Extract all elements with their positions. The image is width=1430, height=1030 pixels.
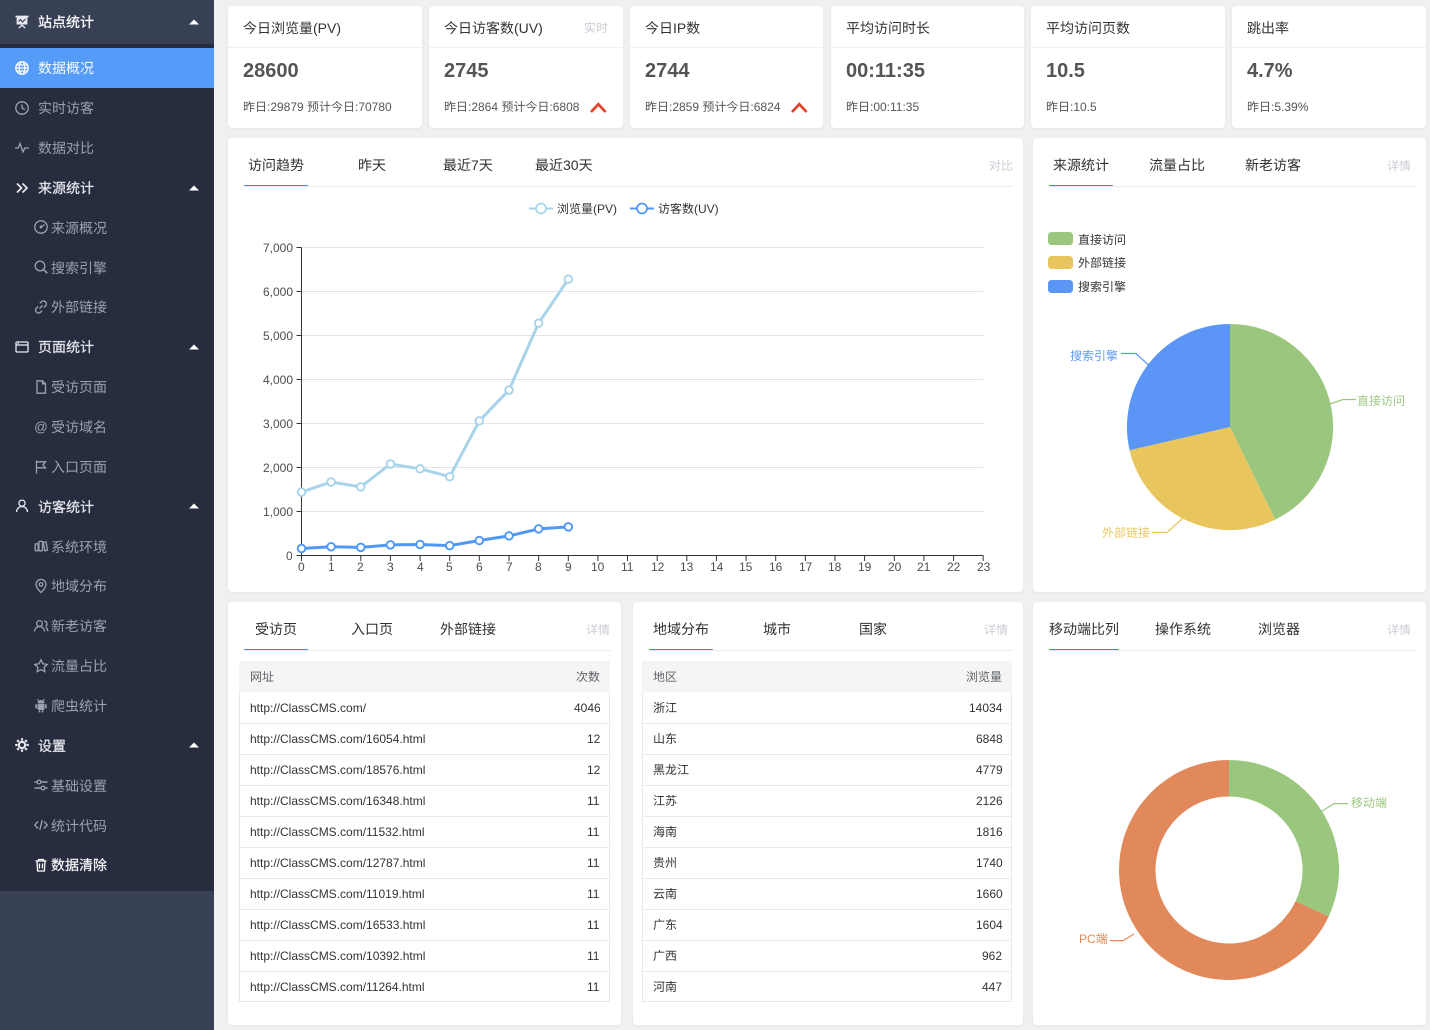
svg-text:1740: 1740	[976, 856, 1003, 870]
svg-text::5.39%: :5.39%	[1271, 100, 1309, 114]
svg-text:12: 12	[587, 763, 601, 777]
svg-text:5,000: 5,000	[263, 329, 293, 343]
svg-text:2744: 2744	[645, 60, 690, 82]
svg-text:22: 22	[947, 560, 961, 574]
svg-text:http://ClassCMS.com/16533.html: http://ClassCMS.com/16533.html	[250, 918, 425, 932]
svg-text:4,000: 4,000	[263, 373, 293, 387]
svg-text:14034: 14034	[969, 701, 1003, 715]
svg-text:3,000: 3,000	[263, 417, 293, 431]
svg-text:11: 11	[621, 560, 634, 574]
svg-text:2,000: 2,000	[263, 461, 293, 475]
svg-text:17: 17	[799, 560, 813, 574]
svg-text::10.5: :10.5	[1070, 100, 1097, 114]
svg-text:1604: 1604	[976, 918, 1003, 932]
svg-text:12: 12	[651, 560, 665, 574]
svg-text:7,000: 7,000	[263, 241, 293, 255]
svg-text:1660: 1660	[976, 887, 1003, 901]
svg-text:4.7%: 4.7%	[1247, 60, 1293, 82]
svg-text:http://ClassCMS.com/: http://ClassCMS.com/	[250, 701, 367, 715]
svg-text::2864: :2864	[468, 100, 498, 114]
svg-text:11: 11	[587, 825, 600, 839]
svg-text:11: 11	[587, 918, 600, 932]
svg-text:4779: 4779	[976, 763, 1003, 777]
svg-text:28600: 28600	[243, 60, 299, 82]
svg-text:20: 20	[888, 560, 902, 574]
svg-text:http://ClassCMS.com/16054.html: http://ClassCMS.com/16054.html	[250, 732, 425, 746]
svg-text:10.5: 10.5	[1046, 60, 1085, 82]
svg-text:12: 12	[587, 732, 601, 746]
svg-text:447: 447	[982, 980, 1002, 994]
svg-text:11: 11	[587, 887, 600, 901]
svg-text:11: 11	[587, 856, 600, 870]
svg-text:11: 11	[587, 949, 600, 963]
svg-text:http://ClassCMS.com/18576.html: http://ClassCMS.com/18576.html	[250, 763, 425, 777]
svg-text:(UV): (UV)	[694, 202, 719, 216]
svg-text:962: 962	[982, 949, 1002, 963]
svg-text:21: 21	[917, 560, 931, 574]
svg-text:18: 18	[828, 560, 842, 574]
svg-text:(PV): (PV)	[593, 202, 617, 216]
svg-text:7: 7	[506, 560, 513, 574]
svg-text:http://ClassCMS.com/10392.html: http://ClassCMS.com/10392.html	[250, 949, 425, 963]
svg-text:15: 15	[739, 560, 753, 574]
svg-text::29879: :29879	[267, 100, 304, 114]
svg-text:19: 19	[858, 560, 872, 574]
svg-text:10: 10	[591, 560, 605, 574]
svg-text:http://ClassCMS.com/11019.html: http://ClassCMS.com/11019.html	[250, 887, 425, 901]
svg-text:1816: 1816	[976, 825, 1003, 839]
svg-text:5: 5	[446, 560, 453, 574]
svg-text:30: 30	[563, 157, 579, 173]
svg-text:00:11:35: 00:11:35	[846, 60, 925, 82]
svg-text::6808: :6808	[549, 100, 579, 114]
svg-text:http://ClassCMS.com/11264.html: http://ClassCMS.com/11264.html	[250, 980, 425, 994]
svg-text::70780: :70780	[355, 100, 392, 114]
svg-text:6,000: 6,000	[263, 285, 293, 299]
svg-text:2745: 2745	[444, 60, 489, 82]
svg-text:IP: IP	[673, 20, 686, 36]
svg-text:11: 11	[587, 794, 600, 808]
svg-text:4: 4	[417, 560, 424, 574]
svg-text::00:11:35: :00:11:35	[870, 100, 919, 114]
svg-text:PC: PC	[1079, 932, 1096, 946]
svg-text:0: 0	[298, 560, 305, 574]
svg-text:16: 16	[769, 560, 783, 574]
svg-text:8: 8	[535, 560, 542, 574]
svg-text:6848: 6848	[976, 732, 1003, 746]
svg-text:@: @	[34, 419, 48, 434]
svg-text:3: 3	[387, 560, 394, 574]
svg-text:(PV): (PV)	[313, 20, 341, 36]
svg-text:http://ClassCMS.com/16348.html: http://ClassCMS.com/16348.html	[250, 794, 425, 808]
svg-text:14: 14	[710, 560, 724, 574]
svg-text:2126: 2126	[976, 794, 1003, 808]
svg-text:7: 7	[471, 157, 479, 173]
svg-text:0: 0	[286, 549, 293, 563]
svg-text:1: 1	[328, 560, 335, 574]
svg-text:13: 13	[680, 560, 694, 574]
svg-text::6824: :6824	[750, 100, 780, 114]
svg-text:11: 11	[587, 980, 600, 994]
svg-text:http://ClassCMS.com/12787.html: http://ClassCMS.com/12787.html	[250, 856, 425, 870]
svg-text:http://ClassCMS.com/11532.html: http://ClassCMS.com/11532.html	[250, 825, 425, 839]
svg-text:1,000: 1,000	[263, 505, 293, 519]
svg-text:9: 9	[565, 560, 572, 574]
svg-text:(UV): (UV)	[514, 20, 543, 36]
svg-text:4046: 4046	[574, 701, 601, 715]
svg-text::2859: :2859	[669, 100, 699, 114]
svg-text:2: 2	[357, 560, 364, 574]
svg-text:6: 6	[476, 560, 483, 574]
svg-text:23: 23	[977, 560, 991, 574]
